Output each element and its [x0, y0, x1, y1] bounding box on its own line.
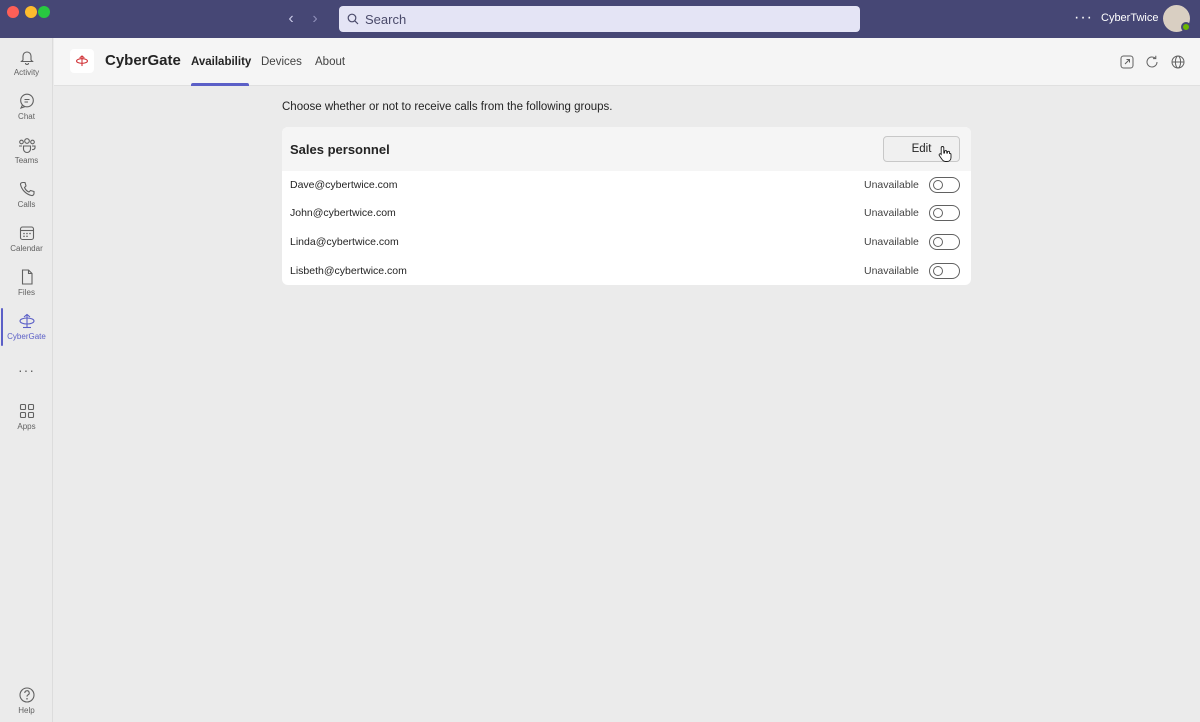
help-icon	[18, 687, 35, 703]
app-rail: Activity Chat Teams Calls Calendar Files…	[0, 38, 53, 722]
rail-item-apps[interactable]: Apps	[0, 400, 53, 444]
back-arrow-icon[interactable]: ‹	[283, 10, 299, 28]
popout-icon[interactable]	[1119, 54, 1135, 70]
availability-toggle[interactable]	[929, 263, 960, 279]
rail-item-cybergate[interactable]: CyberGate	[0, 310, 53, 354]
toggle-knob	[933, 208, 943, 218]
rail-item-teams[interactable]: Teams	[0, 134, 53, 178]
availability-toggle[interactable]	[929, 205, 960, 221]
tab-about[interactable]: About	[315, 56, 345, 68]
close-window-button[interactable]	[7, 6, 19, 18]
member-email: John@cybertwice.com	[290, 207, 396, 219]
refresh-icon[interactable]	[1144, 54, 1160, 70]
rail-label-calls: Calls	[17, 200, 36, 209]
availability-toggle[interactable]	[929, 177, 960, 193]
title-bar: ‹ › Search ··· CyberTwice	[0, 0, 1200, 38]
toggle-knob	[933, 237, 943, 247]
member-email: Linda@cybertwice.com	[290, 236, 399, 248]
more-options-icon[interactable]: ···	[1074, 9, 1093, 27]
list-item: Linda@cybertwice.com Unavailable	[282, 228, 971, 257]
rail-label-chat: Chat	[18, 112, 35, 121]
cybergate-logo-icon	[70, 49, 94, 73]
rail-label-calendar: Calendar	[10, 244, 43, 253]
tab-devices[interactable]: Devices	[261, 56, 302, 68]
rail-item-calls[interactable]: Calls	[0, 178, 53, 222]
group-card-header: Sales personnel Edit	[282, 127, 971, 171]
member-status: Unavailable	[864, 236, 919, 248]
active-tab-indicator	[191, 83, 249, 86]
member-email: Dave@cybertwice.com	[290, 179, 398, 191]
apps-icon	[19, 403, 34, 419]
file-icon	[21, 269, 33, 285]
pointer-cursor-icon	[938, 146, 952, 162]
rail-label-help: Help	[18, 706, 35, 715]
forward-arrow-icon[interactable]: ›	[307, 10, 323, 28]
availability-toggle[interactable]	[929, 234, 960, 250]
member-status: Unavailable	[864, 265, 919, 277]
list-item: John@cybertwice.com Unavailable	[282, 199, 971, 228]
rail-item-activity[interactable]: Activity	[0, 46, 53, 90]
toggle-knob	[933, 180, 943, 190]
app-header: CyberGate Availability Devices About	[54, 38, 1200, 86]
member-status: Unavailable	[864, 207, 919, 219]
rail-label-activity: Activity	[13, 68, 40, 77]
rail-item-calendar[interactable]: Calendar	[0, 222, 53, 266]
rail-label-cybergate: CyberGate	[7, 332, 46, 341]
more-apps-icon[interactable]: ···	[0, 362, 53, 378]
rail-item-files[interactable]: Files	[0, 266, 53, 310]
intro-text: Choose whether or not to receive calls f…	[282, 101, 613, 113]
teams-icon	[18, 138, 36, 154]
user-name: CyberTwice	[1101, 12, 1159, 24]
member-email: Lisbeth@cybertwice.com	[290, 265, 407, 277]
presence-status-icon	[1181, 22, 1191, 32]
toggle-knob	[933, 266, 943, 276]
minimize-window-button[interactable]	[25, 6, 37, 18]
search-placeholder: Search	[365, 11, 407, 27]
rail-item-chat[interactable]: Chat	[0, 90, 53, 134]
app-title: CyberGate	[105, 52, 181, 69]
globe-icon[interactable]	[1170, 54, 1186, 70]
tab-availability[interactable]: Availability	[191, 56, 251, 68]
rail-label-apps: Apps	[17, 422, 36, 431]
cybergate-icon	[18, 313, 35, 329]
rail-label-files: Files	[18, 288, 35, 297]
member-status: Unavailable	[864, 179, 919, 191]
search-icon	[347, 13, 359, 25]
maximize-window-button[interactable]	[38, 6, 50, 18]
rail-label-teams: Teams	[14, 156, 39, 165]
list-item: Lisbeth@cybertwice.com Unavailable	[282, 257, 971, 285]
group-card: Sales personnel Edit Dave@cybertwice.com…	[282, 127, 971, 285]
list-item: Dave@cybertwice.com Unavailable	[282, 171, 971, 200]
bell-icon	[19, 51, 34, 65]
calendar-icon	[19, 226, 34, 241]
rail-item-help[interactable]: Help	[0, 684, 53, 722]
group-title: Sales personnel	[290, 142, 390, 157]
chat-icon	[19, 93, 34, 109]
search-input[interactable]: Search	[339, 6, 860, 32]
phone-icon	[19, 181, 35, 197]
